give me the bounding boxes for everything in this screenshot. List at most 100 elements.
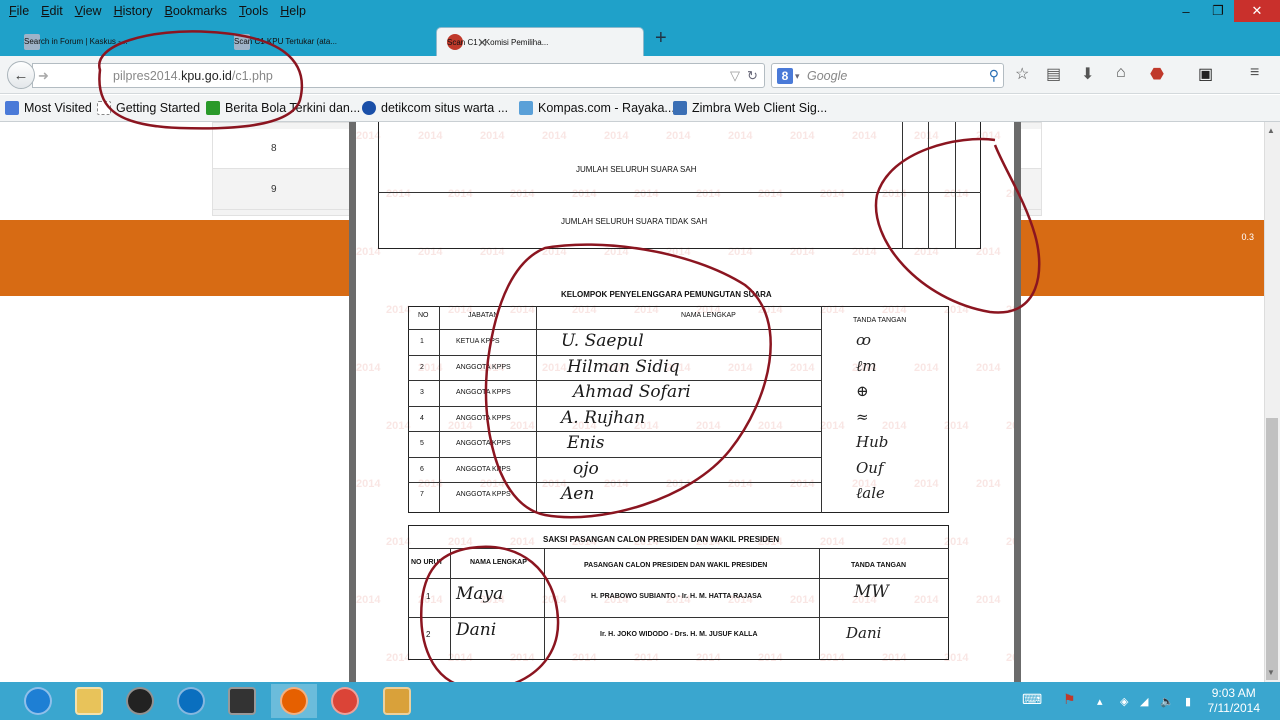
tab-label: Scan C1 KPU Tertukar (ata... [234,37,338,46]
kpps-row-nama: Aen [561,484,595,504]
kpps-row-no: 5 [420,440,424,447]
saksi-header-nama: NAMA LENGKAP [470,559,527,566]
kpps-header-ttd: TANDA TANGAN [853,317,907,324]
bookmark-most-visited[interactable]: Most Visited [5,101,92,115]
system-clock[interactable]: 9:03 AM 7/11/2014 [1208,686,1261,716]
kpps-header-nama: NAMA LENGKAP [681,312,736,319]
google-icon[interactable]: 8 [777,68,793,84]
kpps-row-nama: Ahmad Sofari [573,382,691,402]
volume-icon[interactable]: 🔈 [1160,695,1174,708]
watermark-text: 2014 [356,246,381,258]
engine-dropdown-icon[interactable]: ▾ [795,71,800,82]
new-tab-button[interactable]: + [655,27,667,50]
keyboard-icon[interactable]: ⌨ [1022,691,1042,708]
detik-icon [362,101,376,115]
maximize-button[interactable]: ❐ [1202,0,1234,22]
kpps-row-nama: A. Rujhan [561,407,646,428]
alert-icon[interactable]: ⚑ [1063,691,1076,708]
watermark-text: 2014 [976,362,1001,374]
watermark-text: 2014 [1006,420,1014,432]
watermark-text: 2014 [1006,188,1014,200]
scroll-down-icon[interactable]: ▼ [1267,668,1275,677]
invalid-votes-label: JUMLAH SELURUH SUARA TIDAK SAH [561,217,708,226]
signal-icon[interactable]: ◢ [1140,695,1148,708]
back-arrow-icon: ← [13,66,29,84]
search-icon[interactable]: ⚲ [989,67,999,84]
bookmark-berita-bola[interactable]: Berita Bola Terkini dan... [206,101,360,115]
tab-scan-c1-kpu[interactable]: Scan C1 - Komisi Pemiliha... ✕ [436,27,644,56]
tab-label: Search in Forum | Kaskus -... [24,37,128,46]
watermark-text: 2014 [386,652,411,664]
media-player-icon [126,687,154,715]
bookmark-detikcom[interactable]: detikcom situs warta ... [362,101,508,115]
saksi-header-pasangan: PASANGAN CALON PRESIDEN DAN WAKIL PRESID… [584,562,768,569]
minimize-button[interactable]: – [1170,0,1202,22]
scrollbar-thumb[interactable] [1266,418,1278,680]
clock-date: 7/11/2014 [1207,701,1261,715]
dropdown-arrow-icon[interactable]: ▽ [730,68,740,84]
kpps-row-jabatan: ANGGOTA KPPS [456,465,511,473]
menu-bookmarks[interactable]: Bookmarks [159,4,234,18]
watermark-text: 2014 [356,362,381,374]
file-explorer-icon [75,687,103,715]
forward-icon[interactable]: ➜ [38,68,49,84]
watermark-text: 2014 [386,304,411,316]
bookmark-getting-started[interactable]: Getting Started [97,101,200,115]
close-window-button[interactable]: ✕ [1234,0,1280,22]
tab-kaskus-search[interactable]: Search in Forum | Kaskus -... [14,27,224,56]
taskbar-app[interactable] [15,684,61,718]
bookmark-star-icon[interactable]: ☆ [1015,64,1029,84]
saksi-row-nama: Maya [456,584,504,604]
saksi-row-no: 1 [426,592,431,601]
saksi-row-no: 2 [426,630,431,639]
menu-icon[interactable]: ≡ [1250,64,1259,82]
taskbar-app[interactable] [117,684,163,718]
bookmark-zimbra[interactable]: Zimbra Web Client Sig... [673,101,827,115]
orange-banner-text: 0.3 [1241,232,1254,242]
watermark-text: 2014 [386,536,411,548]
taskbar-app[interactable] [374,684,420,718]
taskbar-app[interactable] [271,684,317,718]
tab-scan-c1-kaskus[interactable]: Scan C1 KPU Tertukar (ata... [224,27,434,56]
back-button[interactable]: ← [7,61,35,89]
reload-icon[interactable]: ↻ [747,68,758,84]
menu-help[interactable]: Help [274,4,312,18]
tray-app-icon[interactable]: ◈ [1120,695,1128,708]
c1-scan-document: 2014 2014 2014 2014 2014 2014 2014 2014 2014 2014… [356,122,1014,682]
kpps-row-ttd: ≈ [856,407,869,426]
taskbar-app[interactable] [66,684,112,718]
page-icon [97,101,111,115]
show-hidden-icons[interactable]: ▴ [1097,695,1103,708]
clock-time: 9:03 AM [1211,686,1256,700]
home-icon[interactable]: ⌂ [1116,64,1126,82]
kpps-row-no: 2 [420,363,424,371]
bookmark-kompas[interactable]: Kompas.com - Rayaka... [519,101,675,115]
taskbar-app[interactable] [219,684,265,718]
battery-icon[interactable]: ▮ [1185,695,1191,708]
watermark-text: 2014 [1006,652,1014,664]
menu-file[interactable]: File [3,4,35,18]
valid-votes-label: JUMLAH SELURUH SUARA SAH [576,165,697,174]
watermark-text: 2014 [976,594,1001,606]
taskbar-app[interactable] [168,684,214,718]
search-placeholder: Google [807,69,848,83]
menu-edit[interactable]: Edit [35,4,69,18]
menu-view[interactable]: View [69,4,108,18]
kpps-row-ttd: ℓm [856,356,877,375]
reading-list-icon[interactable]: ▤ [1046,64,1061,84]
zimbra-icon [673,101,687,115]
menu-tools[interactable]: Tools [233,4,274,18]
adblock-icon[interactable]: ⬣ [1150,64,1164,84]
search-box[interactable]: 8 ▾ Google ⚲ [771,63,1004,88]
menu-history[interactable]: History [108,4,159,18]
kpps-row-nama: U. Saepul [561,331,644,351]
kpps-row-nama: Hilman Sidiq [567,356,680,377]
page-content: 8 9 0.3 2014 2014 2014 2014 2014 2014 2014 2014… [0,122,1264,682]
scroll-up-icon[interactable]: ▲ [1267,126,1275,135]
taskbar-app[interactable] [322,684,368,718]
watermark-text: 2014 [356,594,381,606]
download-icon[interactable]: ⬇ [1081,64,1094,84]
pointer-extension-icon[interactable]: ▣ [1198,64,1213,84]
url-bar[interactable]: ➜ pilpres2014.kpu.go.id/c1.php ▽ ↻ [32,63,765,88]
url-text[interactable]: pilpres2014.kpu.go.id/c1.php [113,69,273,83]
